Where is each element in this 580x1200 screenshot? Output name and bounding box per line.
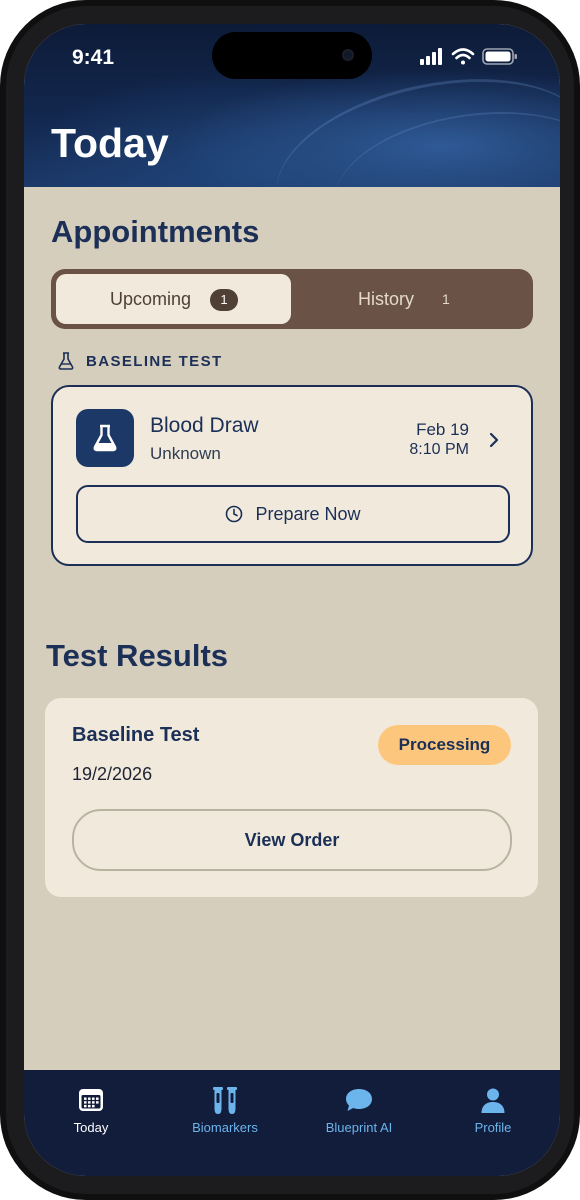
person-icon [481, 1088, 505, 1113]
status-time: 9:41 [72, 46, 115, 69]
tab-history-label: History [358, 289, 415, 309]
tab-today[interactable]: Today [24, 1070, 158, 1150]
prepare-now-button[interactable]: Prepare Now [76, 485, 510, 543]
bottom-tab-bar: Today Biomarkers Blueprint AI Profile [24, 1070, 560, 1176]
category-label-row: BASELINE TEST [57, 351, 221, 373]
tab-profile[interactable]: Profile [426, 1070, 560, 1150]
appointment-date: Feb 19 [416, 420, 469, 439]
chat-bubble-icon [346, 1089, 372, 1111]
cellular-signal-icon [420, 48, 442, 65]
camera-icon [342, 49, 354, 61]
category-label: BASELINE TEST [86, 353, 223, 370]
app-screen: 9:41 Today Appointments Upcoming 1 Histo… [24, 24, 560, 1176]
test-result-card: Baseline Test 19/2/2026 Processing View … [45, 698, 538, 897]
tab-blueprint-ai-label: Blueprint AI [325, 1120, 393, 1135]
tab-today-label: Today [73, 1120, 109, 1135]
page-title: Today [51, 120, 169, 166]
status-icons [420, 48, 517, 65]
clock-icon [226, 505, 243, 523]
appointments-segmented-control: Upcoming 1 History 1 [51, 269, 533, 329]
flask-icon [93, 424, 117, 452]
chevron-right-icon[interactable] [487, 431, 501, 449]
test-results-heading: Test Results [46, 638, 229, 673]
view-order-button[interactable]: View Order [72, 809, 512, 871]
flask-icon [58, 352, 74, 370]
test-tubes-icon [213, 1087, 237, 1114]
test-result-title: Baseline Test [72, 724, 200, 746]
calendar-icon [79, 1089, 103, 1111]
appointment-icon-tile [76, 409, 134, 467]
tab-blueprint-ai[interactable]: Blueprint AI [292, 1070, 426, 1150]
test-result-date: 19/2/2026 [72, 764, 153, 784]
tab-biomarkers-label: Biomarkers [192, 1120, 258, 1135]
upcoming-count-badge: 1 [210, 289, 238, 311]
prepare-now-label: Prepare Now [255, 503, 361, 524]
tab-profile-label: Profile [474, 1120, 512, 1135]
appointments-heading: Appointments [51, 214, 260, 249]
battery-icon [482, 48, 517, 65]
tab-biomarkers[interactable]: Biomarkers [158, 1070, 292, 1150]
appointment-card[interactable]: Blood Draw Unknown Feb 19 8:10 PM Prepar… [51, 385, 533, 566]
appointment-title: Blood Draw [150, 414, 259, 437]
history-count-badge: 1 [442, 291, 450, 307]
wifi-icon [451, 48, 475, 65]
tab-upcoming-label: Upcoming [110, 289, 192, 309]
appointment-time: 8:10 PM [409, 441, 469, 458]
prepare-now-content: Prepare Now [78, 487, 508, 541]
phone-frame: 9:41 Today Appointments Upcoming 1 Histo… [0, 0, 580, 1200]
status-badge: Processing [378, 725, 511, 765]
appointment-location: Unknown [150, 444, 221, 463]
